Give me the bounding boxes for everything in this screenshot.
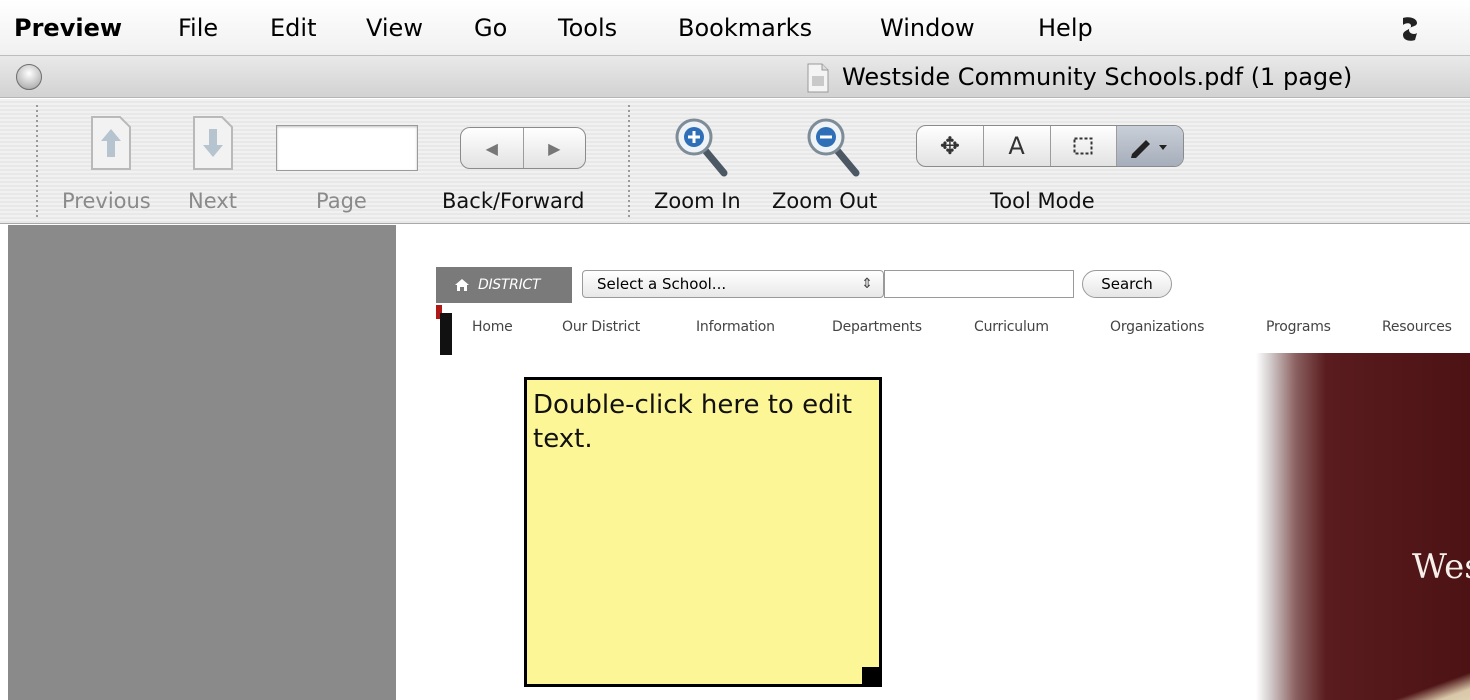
triangle-left-icon: ◀ — [485, 138, 498, 158]
menu-app-preview[interactable]: Preview — [14, 12, 122, 44]
menu-window[interactable]: Window — [880, 12, 975, 44]
district-tab-label: DISTRICT — [478, 277, 541, 293]
school-select-value: Select a School... — [597, 275, 727, 293]
home-icon — [455, 279, 469, 291]
sticky-note-text[interactable]: Double-click here to edit text. — [533, 390, 852, 454]
window-left-border — [0, 225, 8, 700]
pdf-document-icon — [807, 63, 829, 93]
site-nav-programs: Programs — [1266, 319, 1331, 335]
text-tool-icon: A — [1008, 132, 1025, 160]
back-forward-control: ◀ ▶ — [460, 127, 586, 169]
window-close-button[interactable] — [16, 64, 42, 90]
next-page-icon[interactable] — [190, 113, 236, 173]
site-nav-information: Information — [696, 319, 775, 335]
marquee-select-icon — [1073, 137, 1093, 155]
site-nav-our-district: Our District — [562, 319, 640, 335]
pencil-icon — [1131, 140, 1168, 158]
text-tool-button[interactable]: A — [984, 126, 1051, 166]
banner-image: Wes — [1256, 353, 1470, 700]
page-label: Page — [316, 189, 367, 213]
menu-edit[interactable]: Edit — [270, 12, 316, 44]
site-search-button: Search — [1082, 270, 1172, 298]
move-tool-button[interactable]: ✥ — [917, 126, 984, 166]
page-number-input[interactable] — [276, 125, 418, 171]
script-menu-icon[interactable] — [1395, 14, 1425, 44]
menu-view[interactable]: View — [366, 12, 423, 44]
annotate-tool-button[interactable] — [1117, 126, 1183, 166]
menu-help[interactable]: Help — [1038, 12, 1093, 44]
back-forward-label: Back/Forward — [442, 189, 585, 213]
toolbar-separator — [628, 105, 630, 217]
back-button[interactable]: ◀ — [461, 128, 524, 168]
note-resize-handle[interactable] — [862, 667, 880, 685]
site-nav-resources: Resources — [1382, 319, 1452, 335]
tool-mode-label: Tool Mode — [990, 189, 1095, 213]
triangle-right-icon: ▶ — [548, 138, 561, 158]
site-search-input — [884, 270, 1074, 298]
banner-text: Wes — [1412, 547, 1470, 587]
school-select: Select a School... ⇕ — [582, 270, 884, 298]
site-nav-home: Home — [472, 319, 513, 335]
menu-file[interactable]: File — [178, 12, 218, 44]
menu-go[interactable]: Go — [474, 12, 507, 44]
window-title-bar: Westside Community Schools.pdf (1 page) — [0, 56, 1470, 98]
sticky-note[interactable]: Double-click here to edit text. — [524, 377, 882, 687]
site-nav-departments: Departments — [832, 319, 922, 335]
toolbar-separator — [36, 105, 38, 217]
site-nav-organizations: Organizations — [1110, 319, 1205, 335]
select-arrows-icon: ⇕ — [861, 276, 873, 292]
tool-mode-control: ✥ A — [916, 125, 1184, 167]
site-nav-curriculum: Curriculum — [974, 319, 1049, 335]
zoom-in-icon[interactable] — [674, 115, 738, 181]
next-label: Next — [188, 189, 237, 213]
menu-bookmarks[interactable]: Bookmarks — [678, 12, 812, 44]
sidebar-drawer — [8, 225, 396, 700]
menu-tools[interactable]: Tools — [558, 12, 617, 44]
district-tab: DISTRICT — [436, 267, 572, 303]
move-icon: ✥ — [939, 132, 960, 160]
toolbar: Previous Next Page ◀ ▶ Back/Forward Zoom… — [0, 99, 1470, 224]
pdf-page[interactable]: DISTRICT Select a School... ⇕ Search Hom… — [396, 225, 1470, 700]
window-title: Westside Community Schools.pdf (1 page) — [842, 63, 1353, 91]
banner-decoration — [1376, 673, 1470, 700]
previous-label: Previous — [62, 189, 151, 213]
zoom-in-label: Zoom In — [654, 189, 741, 213]
previous-page-icon[interactable] — [88, 113, 134, 173]
forward-button[interactable]: ▶ — [524, 128, 586, 168]
zoom-out-label: Zoom Out — [772, 189, 878, 213]
zoom-out-icon[interactable] — [806, 115, 870, 181]
menu-bar: Preview File Edit View Go Tools Bookmark… — [0, 0, 1470, 56]
nav-marker — [440, 313, 452, 355]
select-tool-button[interactable] — [1051, 126, 1118, 166]
